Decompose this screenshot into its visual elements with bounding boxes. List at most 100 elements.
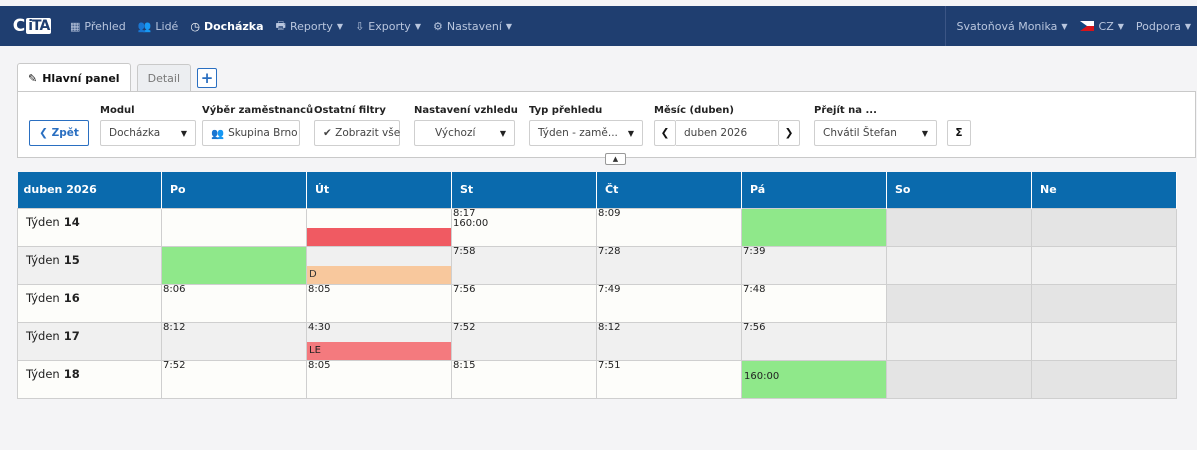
next-month-button[interactable]: ❯ <box>778 120 800 146</box>
modul-select[interactable]: Docházka ▼ <box>100 120 196 146</box>
day-cell[interactable] <box>1031 321 1177 361</box>
day-cell[interactable]: 8:15 <box>451 359 597 399</box>
prev-month-button[interactable]: ❮ <box>654 120 676 146</box>
day-cell[interactable] <box>1031 283 1177 323</box>
day-cell[interactable]: 7:49 <box>596 283 742 323</box>
caret-down-icon: ▼ <box>1184 21 1191 31</box>
day-cell[interactable]: 7:48 <box>741 283 887 323</box>
worked-time: 7:49 <box>598 283 621 295</box>
main-menu: ▦ Přehled 👥 Lidé ◷ Docházka 🖶 Reporty ▼ ⇩ Exporty ▼… <box>64 6 518 46</box>
day-cell[interactable] <box>1031 359 1177 399</box>
calendar-month-header: duben 2026 <box>17 172 162 208</box>
other-filters-button[interactable]: ✔ Zobrazit vše <box>314 120 400 146</box>
nav-item-label: Nastavení <box>446 19 502 33</box>
caret-down-icon: ▼ <box>336 21 344 31</box>
day-cell[interactable] <box>886 283 1032 323</box>
absence-bar-orange[interactable]: D <box>307 265 451 284</box>
overview-type-label: Typ přehledu <box>529 105 603 116</box>
language-menu[interactable]: CZ ▼ <box>1074 6 1130 46</box>
day-cell[interactable]: D <box>306 245 452 285</box>
week-label-cell: Týden 16 <box>17 283 162 323</box>
language-label: CZ <box>1098 19 1114 33</box>
day-cell[interactable]: 8:12 <box>596 321 742 361</box>
day-cell[interactable]: 7:52 <box>161 359 307 399</box>
week-label-cell: Týden 18 <box>17 359 162 399</box>
other-filters-label: Ostatní filtry <box>314 105 386 116</box>
goto-select[interactable]: Chvátil Štefan ▼ <box>814 120 937 146</box>
goto-label: Přejít na ... <box>814 105 877 116</box>
day-cell[interactable]: 8:17 160:00 <box>451 207 597 247</box>
sigma-icon: Σ <box>955 127 963 139</box>
day-cell[interactable] <box>886 321 1032 361</box>
user-name: Svatoňová Monika <box>956 19 1058 33</box>
collapse-panel-button[interactable]: ▲ <box>605 153 626 165</box>
day-cell[interactable] <box>1031 245 1177 285</box>
pencil-icon: ✎ <box>28 71 38 85</box>
nav-item-3[interactable]: 🖶 Reporty ▼ <box>270 6 350 46</box>
day-cell[interactable] <box>1031 207 1177 247</box>
tab-main-panel[interactable]: ✎ Hlavní panel <box>17 63 131 92</box>
view-settings-select[interactable]: Výchozí ▼ <box>414 120 515 146</box>
worked-time: 7:58 <box>453 245 476 257</box>
day-cell[interactable]: 4:30 LE <box>306 321 452 361</box>
calendar-header-row: duben 2026 Po Út St Čt Pá So Ne <box>17 172 1177 208</box>
day-cell[interactable]: 7:39 <box>741 245 887 285</box>
day-cell[interactable]: 8:09 <box>596 207 742 247</box>
employees-button[interactable]: 👥 Skupina Brno <box>202 120 300 146</box>
attendance-calendar: duben 2026 Po Út St Čt Pá So Ne Týden 14 8:17 16… <box>17 172 1177 399</box>
worked-time: 8:05 <box>308 283 331 295</box>
week-prefix: Týden <box>26 366 60 381</box>
week-label-cell: Týden 17 <box>17 321 162 361</box>
absence-bar-red[interactable] <box>307 227 451 246</box>
day-cell[interactable] <box>886 359 1032 399</box>
day-cell[interactable]: 8:05 <box>306 359 452 399</box>
support-menu[interactable]: Podpora ▼ <box>1130 6 1197 46</box>
user-menu[interactable]: Svatoňová Monika ▼ <box>946 6 1073 46</box>
day-cell[interactable] <box>886 245 1032 285</box>
nav-item-2[interactable]: ◷ Docházka <box>184 6 269 46</box>
day-cell[interactable]: 7:28 <box>596 245 742 285</box>
day-cell[interactable] <box>161 207 307 247</box>
day-cell[interactable]: 8:12 <box>161 321 307 361</box>
day-cell[interactable] <box>886 207 1032 247</box>
worked-time: 7:56 <box>453 283 476 295</box>
overview-type-select[interactable]: Týden - zamě... ▼ <box>529 120 643 146</box>
tab-detail[interactable]: Detail <box>136 64 191 92</box>
day-cell[interactable]: 7:51 <box>596 359 742 399</box>
nav-item-5[interactable]: ⚙ Nastavení ▼ <box>427 6 518 46</box>
sum-button[interactable]: Σ <box>947 120 971 146</box>
nav-item-1[interactable]: 👥 Lidé <box>132 6 185 46</box>
day-cell[interactable]: 8:05 <box>306 283 452 323</box>
worked-time: 8:12 <box>598 321 621 333</box>
worked-time: 7:48 <box>743 283 766 295</box>
day-cell[interactable]: 7:52 <box>451 321 597 361</box>
czech-flag-icon <box>1079 21 1094 31</box>
caret-down-icon: ▼ <box>1061 21 1068 31</box>
worked-time: 8:12 <box>163 321 186 333</box>
day-header: Pá <box>741 172 887 208</box>
employees-value: Skupina Brno <box>228 127 298 139</box>
day-cell[interactable]: 7:58 <box>451 245 597 285</box>
chevron-down-icon: ▼ <box>180 128 187 138</box>
status-fill-green <box>742 208 886 246</box>
caret-down-icon: ▼ <box>1117 21 1124 31</box>
export-icon: ⇩ <box>355 19 365 33</box>
back-button[interactable]: ❮ Zpět <box>29 120 89 146</box>
week-number: 18 <box>63 366 80 381</box>
day-cell[interactable] <box>306 207 452 247</box>
day-cell[interactable]: 7:56 <box>741 321 887 361</box>
day-cell[interactable]: 7:56 <box>451 283 597 323</box>
day-cell[interactable]: 160:00 <box>741 359 887 399</box>
absence-bar-salmon[interactable]: LE <box>307 341 451 360</box>
add-tab-button[interactable]: + <box>197 68 217 88</box>
users-icon: 👥 <box>211 127 225 140</box>
status-fill-green-label: 160:00 <box>742 360 886 398</box>
app-logo[interactable]: C iTA <box>0 6 64 46</box>
day-cell[interactable] <box>741 207 887 247</box>
nav-item-0[interactable]: ▦ Přehled <box>64 6 132 46</box>
month-field[interactable]: duben 2026 <box>676 120 778 146</box>
day-cell[interactable]: 8:06 <box>161 283 307 323</box>
nav-item-label: Lidé <box>155 19 179 33</box>
day-cell[interactable] <box>161 245 307 285</box>
nav-item-4[interactable]: ⇩ Exporty ▼ <box>349 6 427 46</box>
